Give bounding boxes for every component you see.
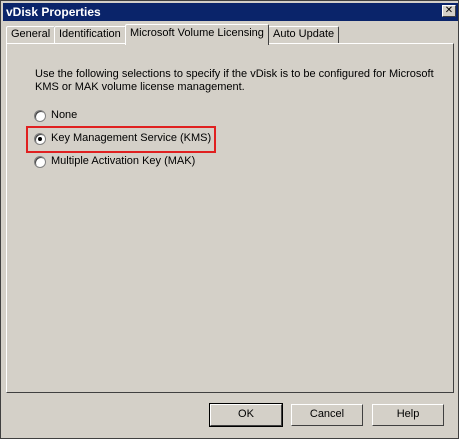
licensing-description: Use the following selections to specify … <box>35 68 434 93</box>
tab-general[interactable]: General <box>6 26 56 43</box>
radio-button-checked[interactable] <box>34 133 46 145</box>
option-label: Key Management Service (KMS) <box>51 132 212 144</box>
radio-button[interactable] <box>34 156 46 168</box>
close-icon[interactable]: ✕ <box>442 5 456 17</box>
option-label: Multiple Activation Key (MAK) <box>51 155 196 167</box>
title-bar[interactable]: vDisk Properties ✕ <box>3 3 458 21</box>
window-title: vDisk Properties <box>6 5 101 19</box>
help-button[interactable]: Help <box>372 404 444 426</box>
tab-microsoft-volume-licensing[interactable]: Microsoft Volume Licensing <box>125 24 269 45</box>
ok-button[interactable]: OK <box>209 403 283 427</box>
licensing-panel <box>6 43 454 393</box>
vdisk-properties-dialog: vDisk Properties ✕ General Identificatio… <box>0 0 459 439</box>
tab-identification[interactable]: Identification <box>54 26 126 43</box>
option-label: None <box>51 109 78 121</box>
radio-button[interactable] <box>34 110 46 122</box>
tab-auto-update[interactable]: Auto Update <box>268 26 340 43</box>
cancel-button[interactable]: Cancel <box>291 404 363 426</box>
